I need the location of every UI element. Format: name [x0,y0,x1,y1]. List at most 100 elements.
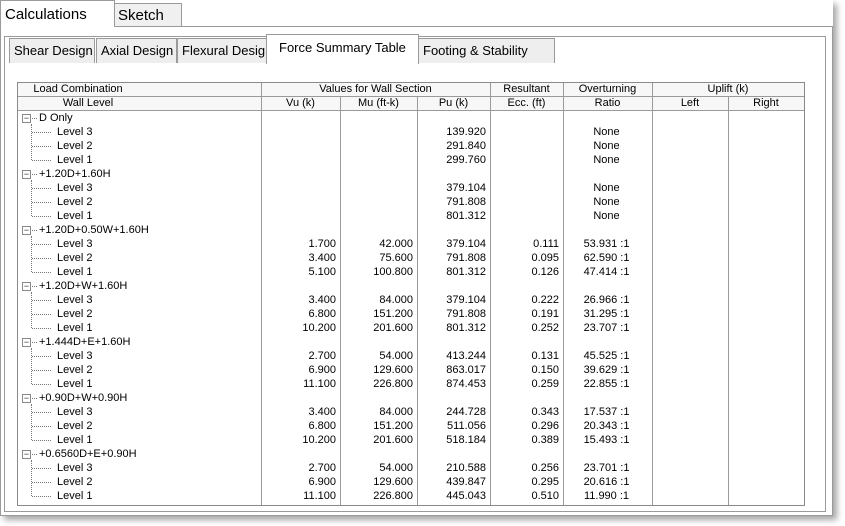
tab-force-summary-table[interactable]: Force Summary Table [266,34,419,64]
table-row[interactable]: Level 2 6.800 151.200 791.808 0.191 31.295 :1 [18,307,804,321]
header-uplift-left: Left [680,97,700,109]
pu-cell: 801.312 [446,322,486,334]
mu-cell: 151.200 [373,308,413,320]
header-uplift: Uplift (k) [707,83,749,95]
collapse-icon[interactable]: − [22,170,31,179]
ecc-cell: 0.126 [531,266,559,278]
wall-level-label: Level 3 [57,294,93,306]
tab-calculations[interactable]: Calculations [0,0,115,27]
tree-connector [32,454,37,455]
group-row[interactable]: − +1.444D+E+1.60H [18,335,804,349]
group-row[interactable]: − +1.20D+0.50W+1.60H [18,223,804,237]
pu-cell: 791.808 [446,196,486,208]
pu-cell: 379.104 [446,238,486,250]
table-row[interactable]: Level 1 11.100 226.800 445.043 0.510 11.990 :… [18,489,804,503]
tree-connector [32,314,51,315]
table-row[interactable]: Level 1 11.100 226.800 874.453 0.259 22.855 :… [18,377,804,391]
collapse-icon[interactable]: − [22,394,31,403]
table-row[interactable]: Level 1 801.312 None [18,209,804,223]
force-summary-grid[interactable]: Load Combination Values for Wall Section… [17,82,805,506]
tree-connector [32,202,51,203]
ratio-cell: None [593,140,620,152]
wall-level-label: Level 3 [57,238,93,250]
group-row[interactable]: − +1.20D+W+1.60H [18,279,804,293]
pu-cell: 379.104 [446,294,486,306]
ecc-cell: 0.256 [531,462,559,474]
pu-cell: 863.017 [446,364,486,376]
header-vu: Vu (k) [286,97,315,109]
ratio-cell: 39.629 :1 [583,364,630,376]
table-row[interactable]: Level 1 10.200 201.600 801.312 0.252 23.707 :… [18,321,804,335]
collapse-icon[interactable]: − [22,226,31,235]
wall-level-label: Level 3 [57,126,93,138]
header-row-bottom: Wall Level Vu (k) Mu (ft-k) Pu (k) Ecc. … [18,97,804,111]
mu-cell: 54.000 [379,350,413,362]
tab-footing-stability[interactable]: Footing & Stability [418,38,555,63]
table-row[interactable]: Level 3 3.400 84.000 379.104 0.222 26.966 :1 [18,293,804,307]
table-row[interactable]: Level 3 2.700 54.000 210.588 0.256 23.701 :1 [18,461,804,475]
table-row[interactable]: Level 3 139.920 None [18,125,804,139]
tab-shear-design-label: Shear Design [14,43,93,58]
tab-footing-stability-label: Footing & Stability [423,43,528,58]
ratio-cell: 53.931 :1 [583,238,630,250]
pu-cell: 801.312 [446,266,486,278]
group-row[interactable]: − +1.20D+1.60H [18,167,804,181]
table-row[interactable]: Level 2 3.400 75.600 791.808 0.095 62.590 :1 [18,251,804,265]
group-label: +1.20D+1.60H [39,168,111,180]
wall-level-label: Level 2 [57,476,93,488]
vu-cell: 6.800 [308,308,336,320]
tab-axial-design[interactable]: Axial Design [96,38,177,63]
collapse-icon[interactable]: − [22,114,31,123]
column-divider [563,83,564,505]
tab-shear-design[interactable]: Shear Design [9,38,95,63]
tree-connector [32,370,51,371]
tab-flexural-design[interactable]: Flexural Design [177,38,267,63]
ratio-cell: 31.295 :1 [583,308,630,320]
ratio-cell: 15.493 :1 [583,434,630,446]
table-row[interactable]: Level 2 6.900 129.600 863.017 0.150 39.629 :1 [18,363,804,377]
tree-connector [32,160,51,161]
header-pu: Pu (k) [438,97,469,109]
table-row[interactable]: Level 3 2.700 54.000 413.244 0.131 45.525 :1 [18,349,804,363]
tree-connector [32,272,51,273]
tree-connector [32,188,51,189]
ratio-cell: 47.414 :1 [583,266,630,278]
pu-cell: 874.453 [446,378,486,390]
tree-connector [32,300,51,301]
ratio-cell: 20.616 :1 [583,476,630,488]
table-row[interactable]: Level 2 6.800 151.200 511.056 0.296 20.343 :1 [18,419,804,433]
tab-strip-line [113,26,833,27]
table-row[interactable]: Level 2 791.808 None [18,195,804,209]
vu-cell: 3.400 [308,406,336,418]
table-row[interactable]: Level 1 299.760 None [18,153,804,167]
tree-connector [32,146,51,147]
table-row[interactable]: Level 3 379.104 None [18,181,804,195]
pu-cell: 518.184 [446,434,486,446]
table-row[interactable]: Level 1 10.200 201.600 518.184 0.389 15.493 :… [18,433,804,447]
tree-connector [32,496,51,497]
table-row[interactable]: Level 3 1.700 42.000 379.104 0.111 53.931 :1 [18,237,804,251]
group-row[interactable]: − D Only [18,111,804,125]
vu-cell: 5.100 [308,266,336,278]
ecc-cell: 0.131 [531,350,559,362]
ecc-cell: 0.389 [531,434,559,446]
wall-level-label: Level 2 [57,364,93,376]
group-row[interactable]: − +0.90D+W+0.90H [18,391,804,405]
vu-cell: 6.900 [308,476,336,488]
header-row-top: Load Combination Values for Wall Section… [18,83,804,97]
group-row[interactable]: − +0.6560D+E+0.90H [18,447,804,461]
collapse-icon[interactable]: − [22,450,31,459]
tree-connector [32,230,37,231]
table-row[interactable]: Level 3 3.400 84.000 244.728 0.343 17.537 :1 [18,405,804,419]
ecc-cell: 0.296 [531,420,559,432]
collapse-icon[interactable]: − [22,282,31,291]
wall-level-label: Level 3 [57,406,93,418]
table-row[interactable]: Level 2 291.840 None [18,139,804,153]
table-row[interactable]: Level 1 5.100 100.800 801.312 0.126 47.414 :1 [18,265,804,279]
table-row[interactable]: Level 2 6.900 129.600 439.847 0.295 20.616 :1 [18,475,804,489]
tree-connector [32,258,51,259]
group-label: +1.20D+0.50W+1.60H [39,224,149,236]
collapse-icon[interactable]: − [22,338,31,347]
tab-sketch[interactable]: Sketch [113,3,182,26]
tree-connector [32,356,51,357]
